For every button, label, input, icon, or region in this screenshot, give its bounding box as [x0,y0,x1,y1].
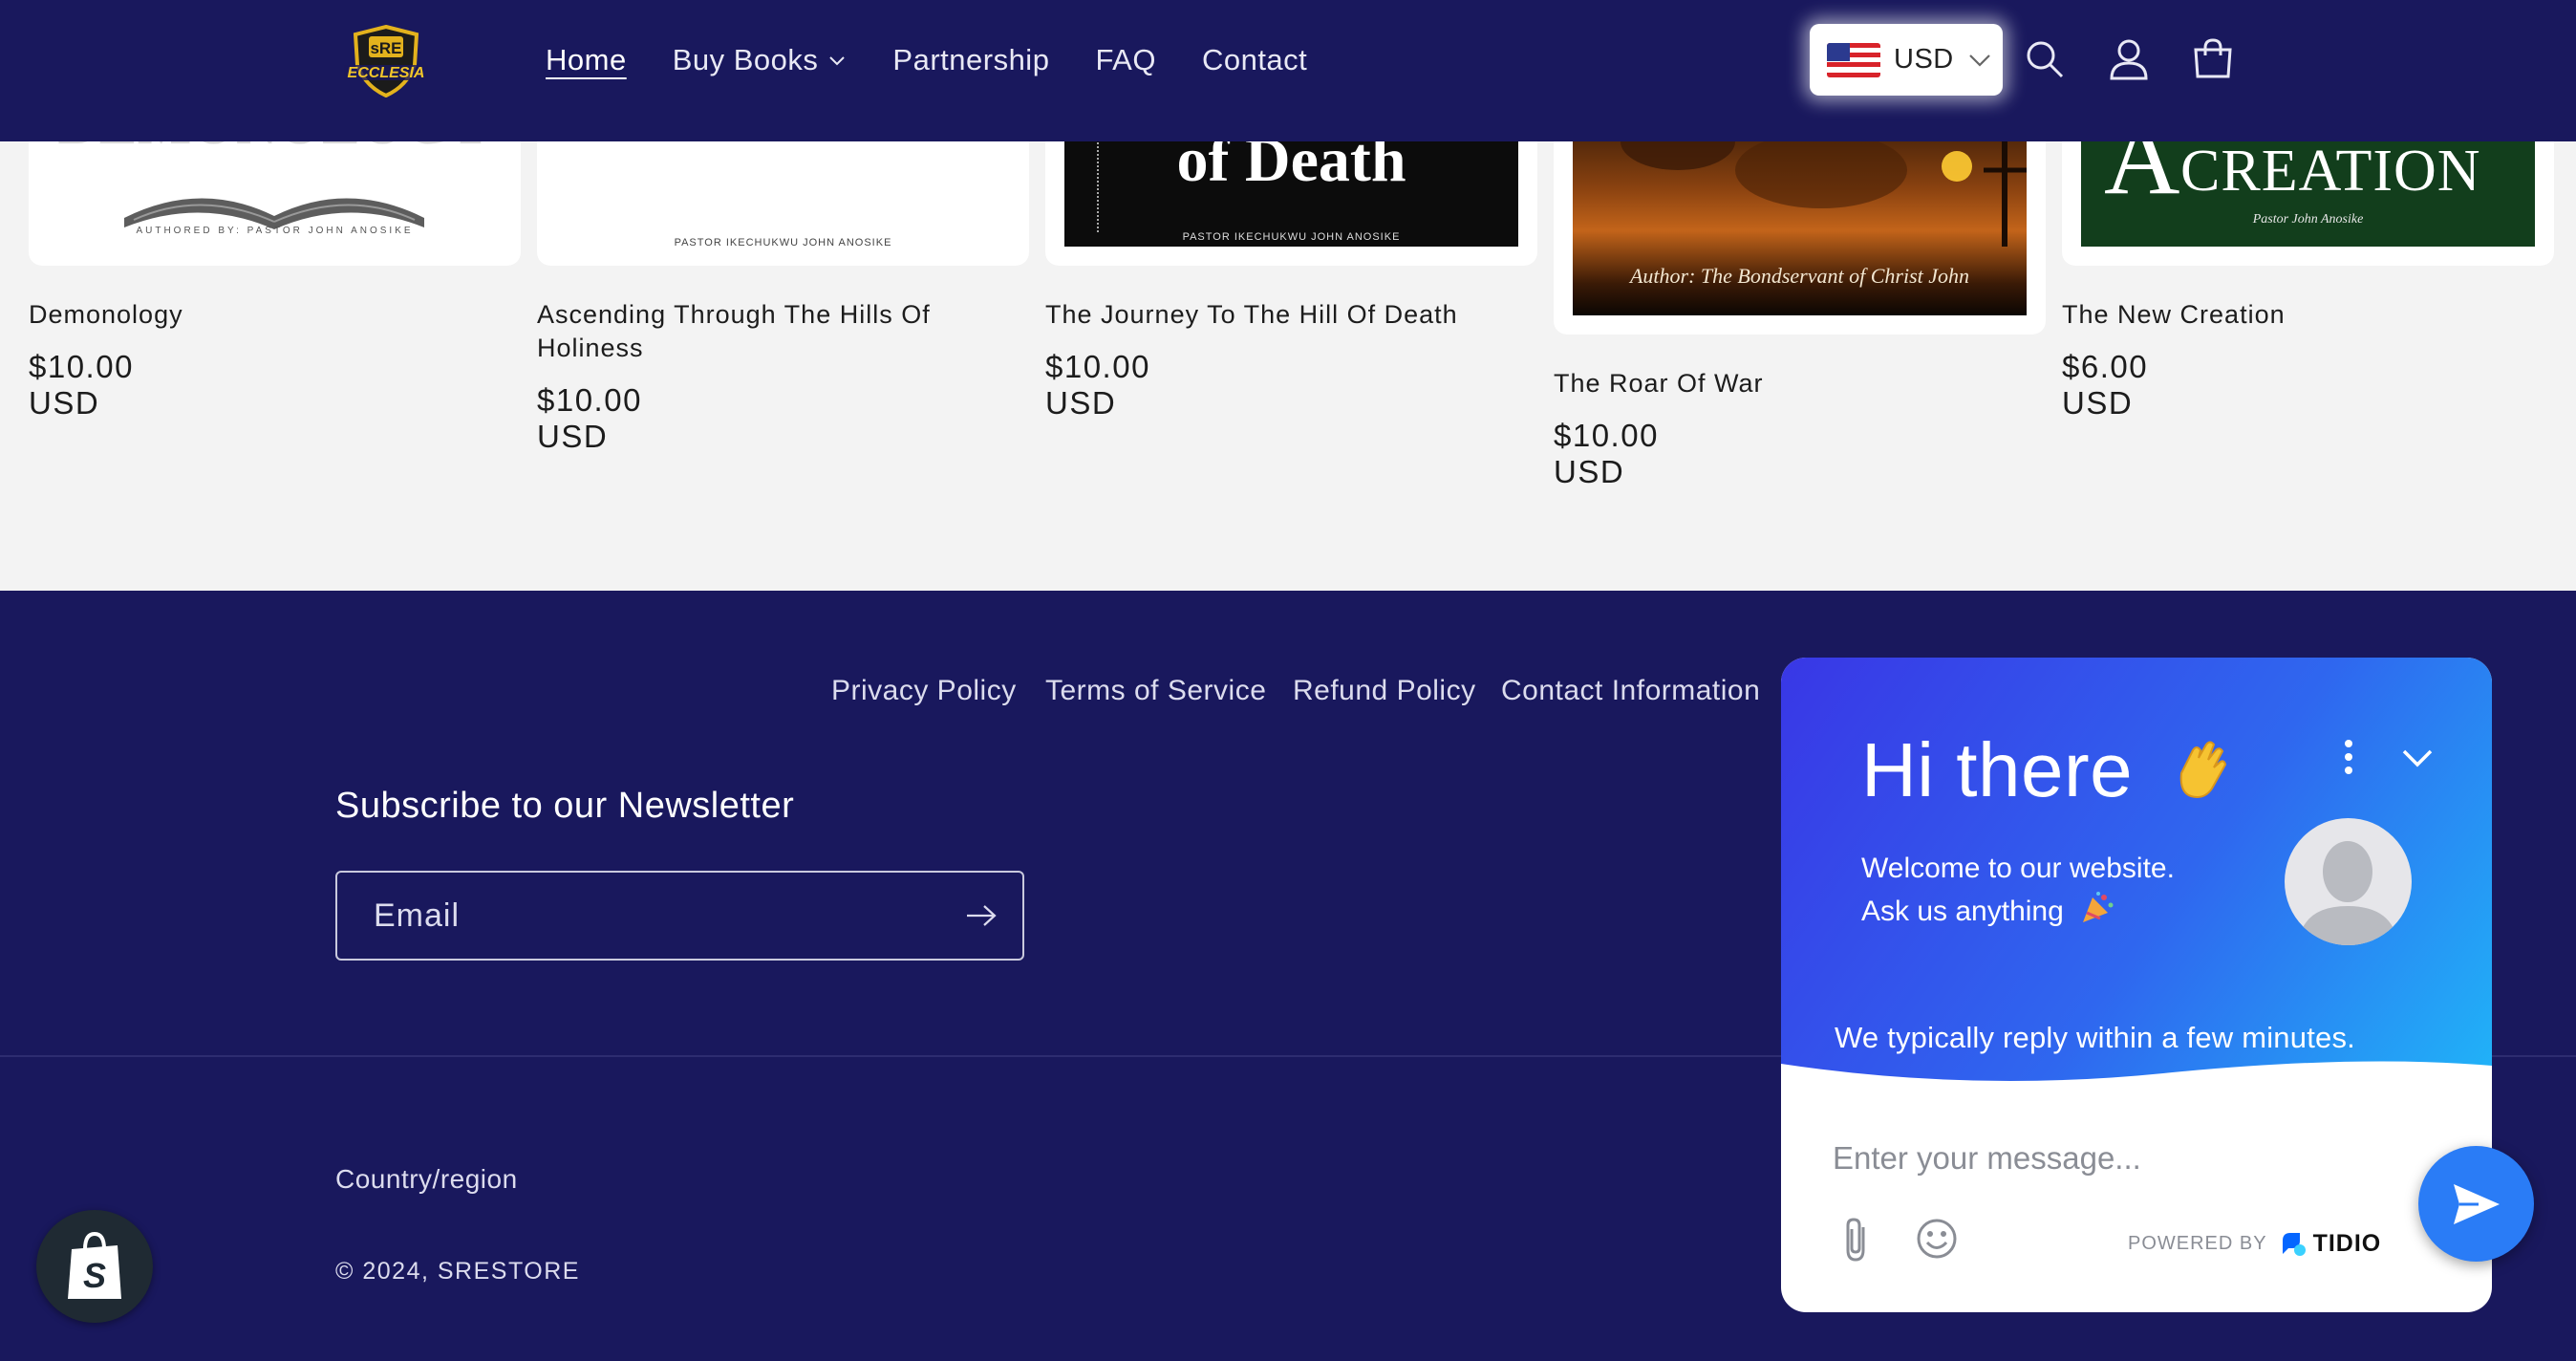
nav-partnership-label: Partnership [892,43,1050,76]
svg-text:ECCLESIA: ECCLESIA [348,65,425,81]
tidio-brand-label: TIDIO [2312,1229,2382,1257]
product-title[interactable]: Ascending Through The Hills Of Holiness [537,298,1015,365]
chat-wave [1781,1061,2492,1112]
cover-author: Pastor John Anosike [2252,212,2364,227]
waving-hand-icon [2179,741,2226,798]
svg-text:S: S [83,1256,106,1295]
nav-contact-label: Contact [1201,43,1308,76]
chat-send-button[interactable] [2418,1146,2534,1262]
chevron-down-icon [1968,54,1990,67]
shop-pay-badge[interactable]: S [36,1210,153,1323]
chat-greeting: Hi there [1861,726,2233,814]
paperclip-icon[interactable] [1840,1216,1875,1264]
contact-information-link[interactable]: Contact Information [1501,675,1760,707]
cover-author: PASTOR IKECHUKWU JOHN ANOSIKE [674,237,892,248]
product-price: $10.00 USD [29,349,134,421]
cover-author: Author: The Bondservant of Christ John [1629,264,1970,288]
us-flag-icon [1827,42,1880,77]
product-price: $10.00 USD [537,382,642,454]
reply-time-note: We typically reply within a few minutes. [1835,1021,2355,1054]
privacy-policy-link[interactable]: Privacy Policy [831,675,1017,707]
terms-of-service-link[interactable]: Terms of Service [1045,675,1266,707]
agent-avatar [2285,818,2412,945]
chat-greeting-text: Hi there [1861,727,2134,812]
product-title[interactable]: The Journey To The Hill Of Death [1045,298,1533,332]
email-input[interactable] [374,873,947,959]
product-title[interactable]: The New Creation [2062,298,2549,332]
nav-contact[interactable]: Contact [1202,43,1307,77]
copyright: © 2024, SRESTORE [335,1258,580,1285]
cover-heading: CREATION [2180,139,2481,204]
nav-faq[interactable]: FAQ [1095,43,1156,77]
cover-author: AUTHORED BY: PASTOR JOHN ANOSIKE [136,226,414,236]
cart-icon[interactable] [2190,36,2236,82]
chevron-down-icon[interactable] [2398,744,2436,772]
chat-message-input[interactable] [1833,1132,2368,1185]
product-title[interactable]: The Roar Of War [1554,367,2041,400]
more-options-icon[interactable] [2337,738,2360,776]
site-header: sRE ECCLESIA Home Buy Books Partnership … [0,0,2576,141]
nav-buy-books[interactable]: Buy Books [673,43,848,77]
party-popper-icon [2083,892,2114,922]
chat-welcome-line1: Welcome to our website. [1861,853,2175,884]
currency-selector[interactable]: USD [1810,24,2003,96]
search-icon[interactable] [2022,36,2068,82]
nav-home[interactable]: Home [546,43,627,77]
svg-text:sRE: sRE [370,39,401,57]
chat-welcome-line2: Ask us anything [1861,896,2064,927]
product-price: $10.00 USD [1045,349,1150,421]
copyright-prefix: © 2024, [335,1258,438,1285]
nav-home-label: Home [546,43,627,76]
arrow-right-icon[interactable] [965,901,998,930]
tidio-logo-icon [2282,1233,2306,1256]
emoji-icon[interactable] [1915,1217,1959,1261]
shopify-bag-icon: S [68,1231,121,1299]
powered-by-label: POWERED BY [2128,1232,2267,1254]
newsletter-form [335,871,1024,961]
chat-welcome: Welcome to our website. Ask us anything [1861,847,2175,933]
powered-by: POWERED BY TIDIO [2128,1229,2381,1258]
product-price: $10.00 USD [1554,418,1659,489]
product-price: $6.00 USD [2062,349,2149,421]
cover-author: PASTOR IKECHUKWU JOHN ANOSIKE [1182,231,1401,243]
tidio-brand[interactable]: TIDIO [2279,1229,2382,1258]
refund-policy-link[interactable]: Refund Policy [1293,675,1476,707]
send-icon [2453,1183,2500,1224]
store-name-link[interactable]: SRESTORE [438,1258,580,1285]
chevron-down-icon [829,56,846,66]
product-title[interactable]: Demonology [29,298,516,332]
nav-partnership[interactable]: Partnership [892,43,1049,77]
account-icon[interactable] [2106,36,2152,82]
main-nav: Home Buy Books Partnership FAQ Contact [546,38,1307,82]
chat-widget: Hi there Welcome to our website. Ask us … [1781,658,2492,1312]
nav-faq-label: FAQ [1095,43,1156,76]
newsletter-title: Subscribe to our Newsletter [335,786,795,826]
currency-label: USD [1894,44,1954,75]
store-logo[interactable]: sRE ECCLESIA [340,24,432,98]
nav-buy-books-label: Buy Books [672,43,819,76]
country-region-label: Country/region [335,1164,518,1194]
